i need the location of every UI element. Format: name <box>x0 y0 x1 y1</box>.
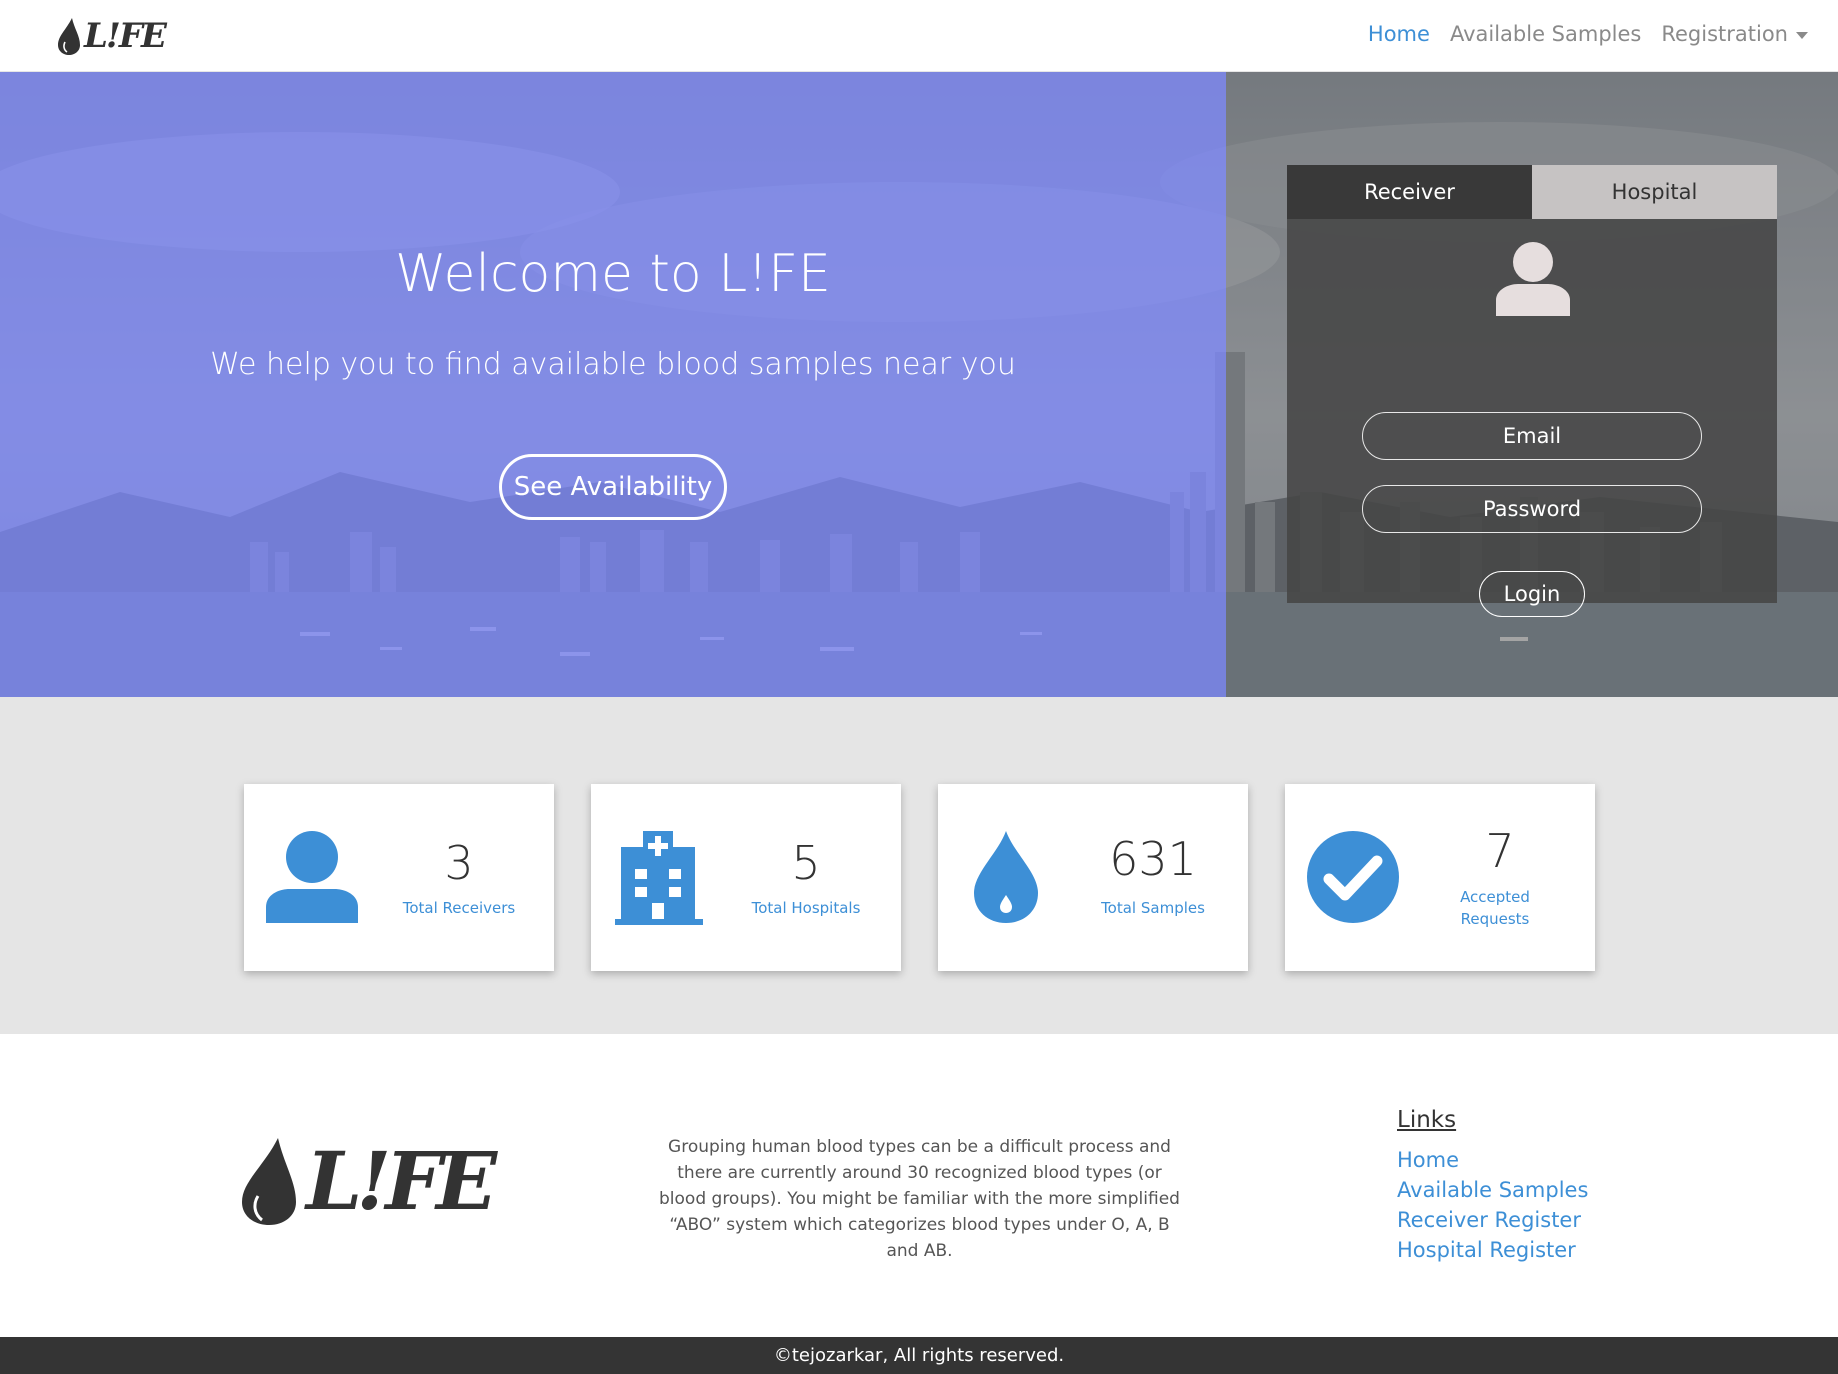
stat-card-hospitals: 5 Total Hospitals <box>591 784 901 971</box>
hero-tagline: We help you to find available blood samp… <box>210 347 1016 382</box>
stat-card-receivers: 3 Total Receivers <box>244 784 554 971</box>
footer-logo-text: L!FE <box>306 1134 497 1228</box>
copyright-bar: ©tejozarkar, All rights reserved. <box>0 1337 1838 1374</box>
password-input[interactable] <box>1362 485 1702 533</box>
stat-value: 5 <box>791 836 821 890</box>
brand-logo[interactable]: L!FE <box>56 12 167 60</box>
navbar: L!FE Home Available Samples Registration <box>0 0 1838 72</box>
nav-registration-label: Registration <box>1661 22 1788 46</box>
drop-logo-icon <box>242 1138 296 1225</box>
footer-description: Grouping human blood types can be a diff… <box>659 1137 1180 1261</box>
stat-value: 631 <box>1109 832 1197 886</box>
hero-title: Welcome to L!FE <box>395 244 831 304</box>
login-button[interactable]: Login <box>1479 571 1585 617</box>
stat-value: 3 <box>444 836 474 890</box>
caret-down-icon <box>1796 31 1808 39</box>
stat-card-samples: 631 Total Samples <box>938 784 1248 971</box>
footer-link-receiver-register[interactable]: Receiver Register <box>1397 1205 1588 1235</box>
stats-section: 3 Total Receivers 5 Total Hospitals 631 … <box>0 697 1838 1034</box>
tab-hospital[interactable]: Hospital <box>1532 165 1777 219</box>
footer-link-hospital-register[interactable]: Hospital Register <box>1397 1235 1588 1265</box>
footer-link-home[interactable]: Home <box>1397 1145 1588 1175</box>
nav-available-samples-link[interactable]: Available Samples <box>1450 22 1641 46</box>
footer-logo: L!FE <box>238 1134 497 1228</box>
see-availability-button[interactable]: See Availability <box>499 454 727 520</box>
stat-card-accepted: 7 Accepted Requests <box>1285 784 1595 971</box>
hero-blue-overlay <box>0 72 1226 697</box>
check-circle-icon <box>1307 831 1399 923</box>
hero-section: Welcome to L!FE We help you to find avai… <box>0 72 1838 697</box>
footer: L!FE Grouping human blood types can be a… <box>0 1034 1838 1337</box>
email-input[interactable] <box>1362 412 1702 460</box>
tab-receiver[interactable]: Receiver <box>1287 165 1532 219</box>
stat-label: Total Receivers <box>402 899 516 917</box>
nav-home-link[interactable]: Home <box>1368 22 1430 46</box>
user-avatar-icon <box>1496 242 1570 316</box>
footer-links-title: Links <box>1397 1107 1457 1133</box>
stat-label: Total Samples <box>1101 899 1205 917</box>
user-icon <box>266 831 358 923</box>
nav-registration-dropdown[interactable]: Registration <box>1661 22 1808 46</box>
login-panel: Receiver Hospital Login <box>1287 165 1777 617</box>
blood-drop-icon <box>974 831 1038 923</box>
hospital-icon <box>615 831 703 925</box>
drop-logo-icon <box>58 18 80 55</box>
nav-links: Home Available Samples Registration <box>1368 22 1808 46</box>
stat-label: Total Hospitals <box>751 899 861 917</box>
footer-link-available-samples[interactable]: Available Samples <box>1397 1175 1588 1205</box>
stat-value: 7 <box>1485 824 1515 878</box>
stat-label: Accepted Requests <box>1460 888 1530 928</box>
footer-links: Home Available Samples Receiver Register… <box>1397 1145 1588 1265</box>
brand-text: L!FE <box>84 16 167 56</box>
login-tabs: Receiver Hospital <box>1287 165 1777 219</box>
